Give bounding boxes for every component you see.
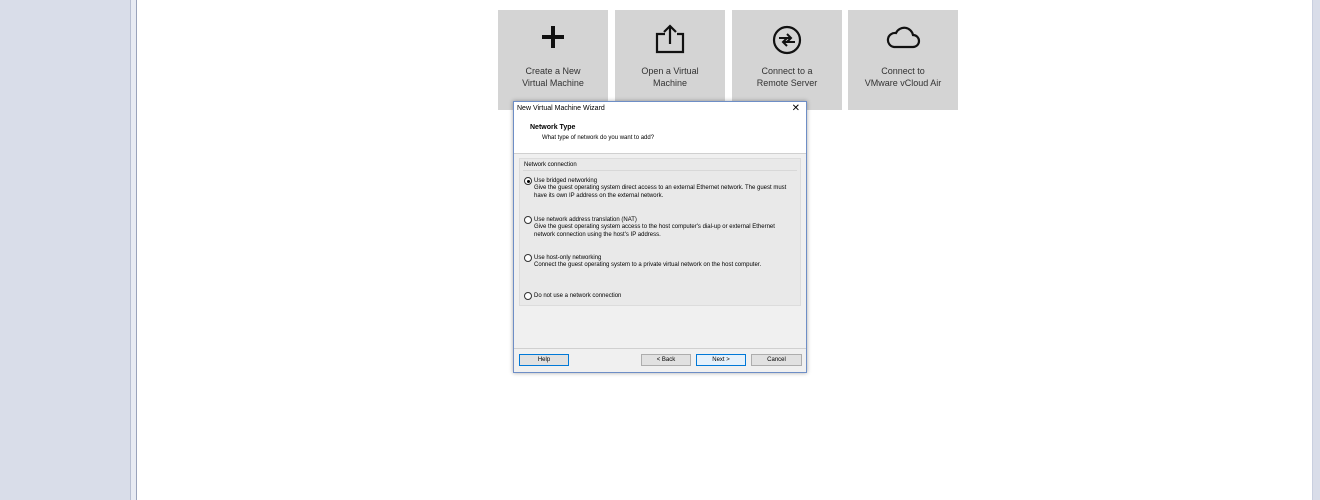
cancel-button[interactable]: Cancel — [751, 354, 802, 366]
open-folder-icon — [615, 24, 725, 56]
tile-label: Connect to a Remote Server — [756, 66, 818, 88]
tile-label: Open a Virtual Machine — [641, 66, 699, 88]
help-button[interactable]: Help — [519, 354, 569, 366]
group-label: Network connection — [524, 162, 577, 168]
dialog-title: New Virtual Machine Wizard — [517, 105, 605, 112]
no-network-radio[interactable] — [524, 292, 532, 300]
next-button[interactable]: Next > — [696, 354, 746, 366]
option-label[interactable]: Use network address translation (NAT) — [534, 216, 637, 224]
dialog-titlebar[interactable]: New Virtual Machine Wizard ✕ — [514, 102, 806, 116]
create-vm-tile[interactable]: Create a New Virtual Machine — [498, 10, 608, 110]
back-button[interactable]: < Back — [641, 354, 691, 366]
close-icon[interactable]: ✕ — [792, 102, 800, 116]
option-label[interactable]: Use bridged networking — [534, 177, 597, 185]
page-subtitle: What type of network do you want to add? — [542, 135, 655, 141]
open-vm-tile[interactable]: Open a Virtual Machine — [615, 10, 725, 110]
plus-icon — [498, 24, 608, 56]
bridged-radio[interactable] — [524, 177, 532, 185]
option-label[interactable]: Use host-only networking — [534, 254, 601, 262]
host-only-radio[interactable] — [524, 254, 532, 262]
option-description: Connect the guest operating system to a … — [534, 262, 762, 268]
group-divider — [523, 170, 797, 171]
remote-server-icon — [732, 24, 842, 56]
page-title: Network Type — [530, 124, 576, 131]
new-vm-wizard-dialog: New Virtual Machine Wizard ✕ Network Typ… — [513, 101, 807, 373]
right-border — [1313, 0, 1320, 500]
option-description: Give the guest operating system direct a… — [534, 185, 787, 199]
connect-remote-tile[interactable]: Connect to a Remote Server — [732, 10, 842, 110]
nat-radio[interactable] — [524, 216, 532, 224]
cloud-icon — [848, 24, 958, 56]
option-description: Give the guest operating system access t… — [534, 224, 775, 238]
tile-label: Create a New Virtual Machine — [522, 66, 584, 88]
option-label[interactable]: Do not use a network connection — [534, 292, 621, 300]
connect-vcloud-tile[interactable]: Connect to VMware vCloud Air — [848, 10, 958, 110]
tile-label: Connect to VMware vCloud Air — [864, 66, 942, 88]
footer-divider — [514, 348, 806, 349]
sidebar-splitter[interactable] — [130, 0, 137, 500]
network-connection-group: Network connection Use bridged networkin… — [519, 158, 801, 306]
sidebar — [0, 0, 130, 500]
wizard-header: Network Type What type of network do you… — [514, 116, 806, 154]
